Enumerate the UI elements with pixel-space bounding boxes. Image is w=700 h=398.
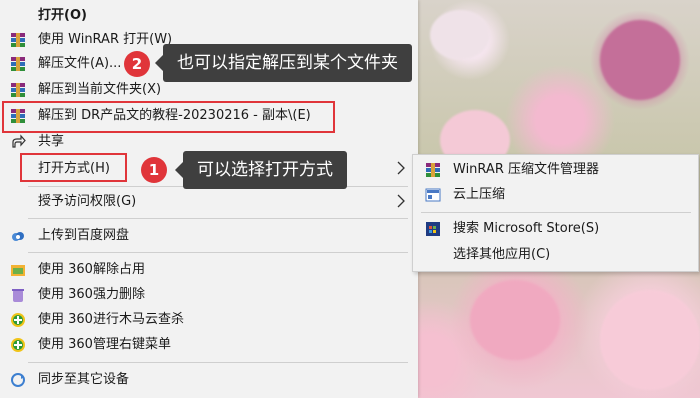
submenu-item-choose-app[interactable]: 选择其他应用(C) [413,243,700,267]
callout-pointer [155,55,163,71]
menu-item-label: 解压到当前文件夹(X) [38,82,162,97]
chevron-right-icon [396,193,406,209]
annotation-callout-2: 也可以指定解压到某个文件夹 [155,44,412,82]
360-unlock-icon [10,262,26,278]
submenu-item-ms-store[interactable]: 搜索 Microsoft Store(S) [413,217,700,241]
360-manage-icon [10,337,26,353]
menu-item-label: 打开(O) [38,8,87,23]
callout-pointer [175,162,183,178]
menu-item-360-manage[interactable]: 使用 360管理右键菜单 [0,333,418,357]
chevron-right-icon [396,160,406,176]
menu-item-upload-baidu[interactable]: 上传到百度网盘 [0,224,418,248]
submenu-item-winrar[interactable]: WinRAR 压缩文件管理器 [413,158,700,182]
separator [421,212,691,213]
menu-item-360-scan[interactable]: 使用 360进行木马云查杀 [0,308,418,332]
menu-item-grant-access[interactable]: 授予访问权限(G) [0,190,418,214]
baidu-cloud-icon [10,228,26,244]
menu-item-open[interactable]: 打开(O) [0,4,418,28]
store-icon [425,221,441,237]
menu-item-label: 使用 WinRAR 打开(W) [38,32,173,47]
annotation-badge-1: 1 [141,157,167,183]
highlight-box-extract-to [2,101,335,133]
menu-item-label: 共享 [38,134,65,149]
menu-item-360-unlock[interactable]: 使用 360解除占用 [0,258,418,282]
winrar-icon [425,162,441,178]
highlight-box-open-with [20,153,127,182]
360-scan-icon [10,312,26,328]
menu-item-label: 授予访问权限(G) [38,194,137,209]
menu-item-label: 使用 360管理右键菜单 [38,337,171,352]
menu-item-label: 使用 360解除占用 [38,262,145,277]
open-with-submenu: WinRAR 压缩文件管理器 云上压缩 搜索 Microsoft Store(S… [412,154,699,272]
annotation-callout-1: 可以选择打开方式 [175,151,347,189]
winrar-icon [10,82,26,98]
menu-item-label: 上传到百度网盘 [38,228,130,243]
menu-item-label: 使用 360进行木马云查杀 [38,312,184,327]
cloud-compress-icon [425,187,441,203]
submenu-item-label: WinRAR 压缩文件管理器 [453,162,599,177]
share-icon [10,134,26,150]
submenu-item-cloud-compress[interactable]: 云上压缩 [413,183,700,207]
separator [28,218,408,219]
callout-text: 可以选择打开方式 [197,160,333,180]
callout-text: 也可以指定解压到某个文件夹 [177,53,398,73]
menu-item-label: 使用 360强力删除 [38,287,145,302]
menu-item-360-delete[interactable]: 使用 360强力删除 [0,283,418,307]
submenu-item-label: 云上压缩 [453,187,506,202]
menu-item-label: 同步至其它设备 [38,372,130,387]
menu-item-label: 解压文件(A)... [38,56,122,71]
winrar-icon [10,56,26,72]
submenu-item-label: 搜索 Microsoft Store(S) [453,221,600,236]
separator [28,362,408,363]
annotation-badge-2: 2 [124,51,150,77]
separator [28,252,408,253]
winrar-icon [10,32,26,48]
submenu-item-label: 选择其他应用(C) [453,247,551,262]
menu-item-sync-devices[interactable]: 同步至其它设备 [0,368,418,392]
sync-icon [10,372,26,388]
360-delete-icon [10,287,26,303]
